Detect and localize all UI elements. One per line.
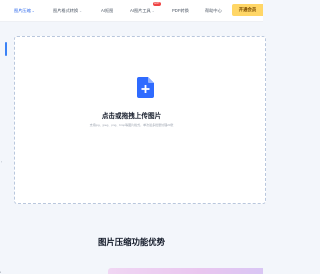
chevron-right-icon[interactable]: › — [1, 160, 2, 164]
nav-item-format-convert[interactable]: 图片格式转换⌄ — [53, 7, 83, 15]
nav-item-pdf-convert[interactable]: PDF转换 — [172, 7, 189, 15]
vip-button[interactable]: 开通会员 — [232, 4, 263, 16]
top-nav: 图片压缩⌄ 图片格式转换⌄ AI抠图 AI图片工具⌄ HOT PDF转换 帮助中… — [0, 0, 263, 22]
scrollbar-thumb[interactable] — [5, 42, 7, 56]
nav-item-ai-tools[interactable]: AI图片工具⌄ — [130, 7, 156, 15]
chevron-down-icon: ⌄ — [31, 9, 35, 13]
upload-title: 点击或拖拽上传图片 — [101, 113, 162, 120]
nav-item-help-center[interactable]: 帮助中心 — [205, 7, 222, 15]
nav-item-label: AI抠图 — [101, 8, 114, 13]
chevron-down-icon: ⌄ — [79, 9, 83, 13]
nav-item-image-compress[interactable]: 图片压缩⌄ — [14, 7, 36, 15]
feature-card-banner — [108, 268, 263, 274]
side-panel-edge: › — [0, 36, 11, 204]
nav-item-label: 帮助中心 — [205, 8, 222, 13]
nav-item-ai-cutout[interactable]: AI抠图 — [101, 7, 113, 15]
hot-badge: HOT — [153, 2, 161, 6]
upload-hint: 支持jpg、jpeg、png、bmp等图片格式，单次最多批量处理20张 — [89, 123, 174, 127]
nav-item-label: AI图片工具 — [130, 8, 151, 13]
nav-item-label: PDF转换 — [172, 8, 189, 13]
page: 图片压缩⌄ 图片格式转换⌄ AI抠图 AI图片工具⌄ HOT PDF转换 帮助中… — [0, 0, 266, 274]
section-title: 图片压缩功能优势 — [98, 237, 165, 247]
nav-item-label: 图片格式转换 — [53, 8, 79, 13]
chevron-down-icon: ⌄ — [151, 9, 155, 13]
nav-item-label: 图片压缩 — [14, 8, 31, 13]
feature-card-stub: ▪ — [0, 270, 2, 274]
upload-dropzone[interactable] — [14, 36, 266, 204]
file-plus-icon[interactable] — [137, 77, 154, 98]
